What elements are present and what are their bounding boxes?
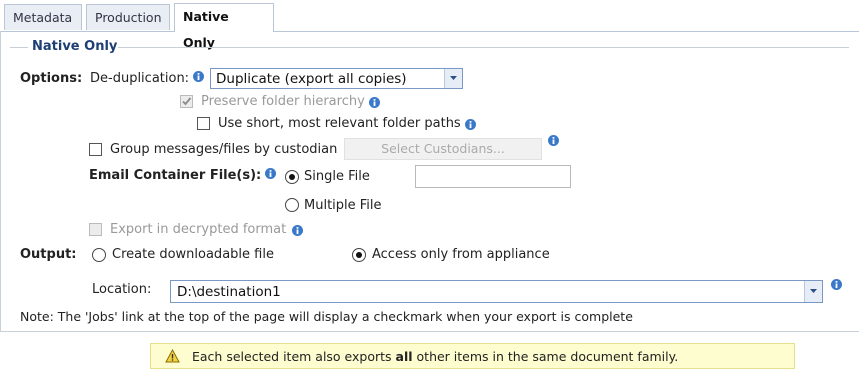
location-select[interactable]: D:\destination1	[170, 280, 823, 303]
section-title: Native Only	[32, 39, 118, 54]
select-custodians-button[interactable]: Select Custodians...	[344, 138, 542, 160]
tab-native-only[interactable]: Native Only	[174, 3, 274, 50]
warning-icon	[165, 349, 180, 363]
tab-metadata[interactable]: Metadata	[4, 4, 82, 30]
options-label: Options:	[20, 71, 83, 86]
group-by-custodian-checkbox[interactable]	[89, 143, 102, 156]
info-icon[interactable]	[292, 225, 303, 236]
access-from-appliance-radio[interactable]	[352, 248, 366, 262]
multiple-file-label: Multiple File	[304, 198, 382, 213]
create-downloadable-label: Create downloadable file	[112, 247, 274, 262]
preserve-hierarchy-label: Preserve folder hierarchy	[201, 94, 365, 109]
single-file-label: Single File	[304, 169, 370, 184]
output-label: Output:	[20, 247, 77, 262]
tab-label: Production	[95, 10, 162, 25]
tab-production[interactable]: Production	[86, 4, 170, 30]
chevron-down-icon[interactable]	[804, 281, 822, 302]
divider	[0, 331, 859, 332]
multiple-file-radio[interactable]	[285, 198, 299, 212]
preserve-hierarchy-checkbox[interactable]	[180, 95, 193, 108]
single-file-radio[interactable]	[285, 170, 299, 184]
dedup-select-value: Duplicate (export all copies)	[216, 71, 407, 87]
warning-text-prefix: Each selected item also exports	[192, 349, 396, 364]
info-icon[interactable]	[193, 71, 204, 82]
export-decrypted-label: Export in decrypted format	[110, 222, 287, 237]
info-icon[interactable]	[548, 135, 559, 146]
fieldset-border-left	[10, 47, 28, 48]
dedup-label: De-duplication:	[90, 71, 190, 86]
location-value: D:\destination1	[177, 284, 281, 300]
email-container-label: Email Container File(s):	[89, 168, 262, 183]
export-decrypted-checkbox[interactable]	[89, 223, 102, 236]
single-file-name-input[interactable]	[415, 165, 571, 188]
warning-text: Each selected item also exports all othe…	[192, 349, 678, 364]
chevron-down-icon[interactable]	[444, 69, 462, 88]
warning-text-suffix: other items in the same document family.	[412, 349, 679, 364]
info-icon[interactable]	[369, 97, 380, 108]
info-icon[interactable]	[831, 279, 842, 290]
tab-bar: Metadata Production Native Only	[0, 0, 859, 50]
family-export-warning: Each selected item also exports all othe…	[150, 343, 795, 369]
short-paths-checkbox[interactable]	[197, 117, 210, 130]
fieldset-border-right	[118, 47, 849, 48]
group-by-custodian-label: Group messages/files by custodian	[110, 142, 338, 157]
short-paths-label: Use short, most relevant folder paths	[218, 116, 461, 131]
location-label: Location:	[92, 282, 152, 297]
warning-text-emphasis: all	[395, 349, 413, 364]
dedup-select[interactable]: Duplicate (export all copies)	[210, 68, 463, 89]
info-icon[interactable]	[465, 119, 476, 130]
info-icon[interactable]	[265, 168, 276, 179]
access-from-appliance-label: Access only from appliance	[372, 247, 550, 262]
tab-label: Metadata	[13, 10, 73, 25]
completion-note: Note: The 'Jobs' link at the top of the …	[20, 309, 633, 324]
create-downloadable-radio[interactable]	[92, 248, 106, 262]
